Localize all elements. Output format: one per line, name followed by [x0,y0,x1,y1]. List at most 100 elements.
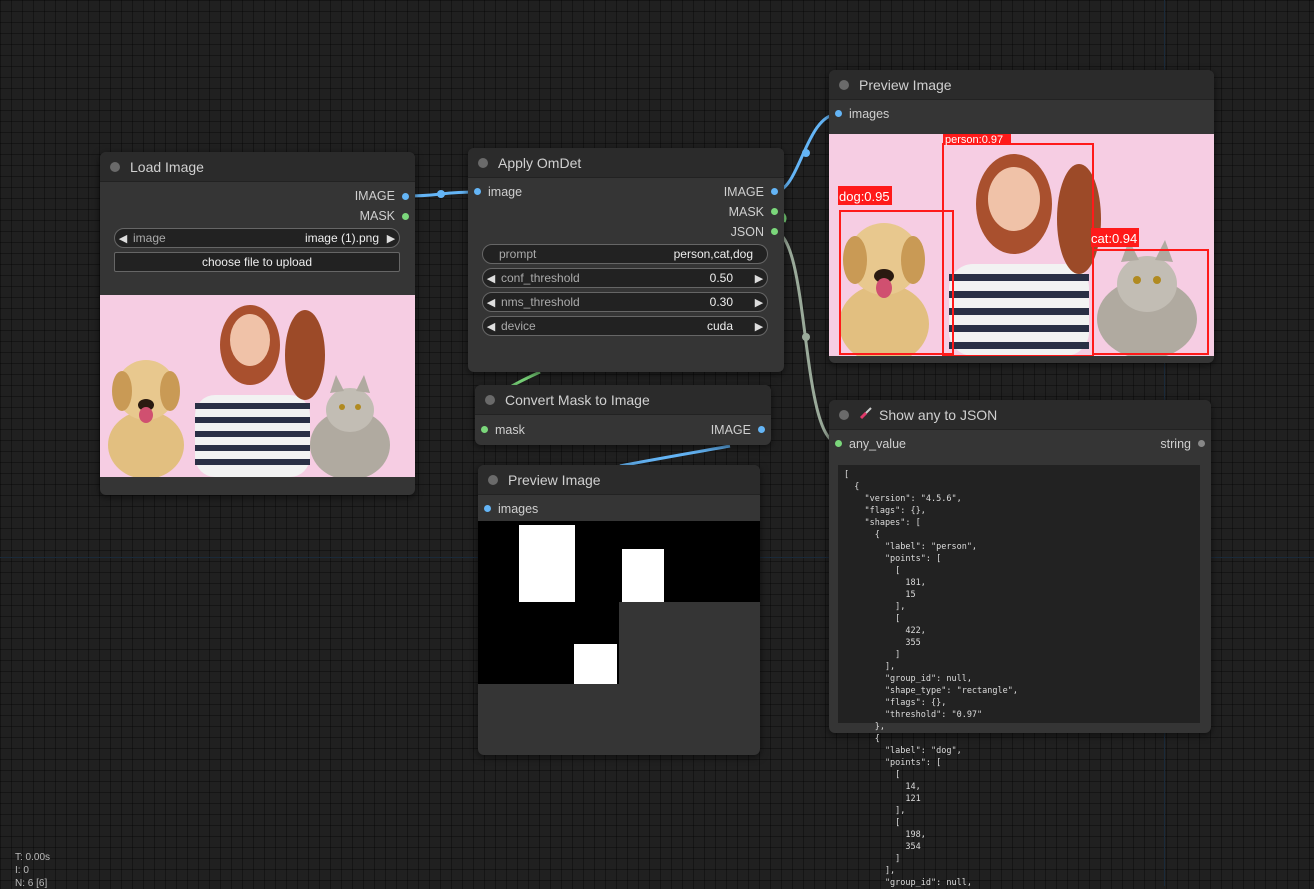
widget-label: image [133,231,166,245]
slot-label: images [849,107,890,121]
output-mask-slot[interactable]: MASK [729,204,764,220]
output-json-slot[interactable]: JSON [731,224,764,240]
json-output-text[interactable]: [ { "version": "4.5.6", "flags": {}, "sh… [838,465,1200,888]
widget-value: 0.30 [709,295,733,309]
left-arrow-icon[interactable]: ◀ [115,232,131,245]
loaded-image-preview [100,295,415,477]
mask-region-dog [574,644,617,684]
image-select-widget[interactable]: ◀ image image (1).png ▶ [114,228,400,248]
right-arrow-icon[interactable]: ▶ [383,232,399,245]
output-image-slot[interactable]: IMAGE [355,188,395,204]
photo-illustration [108,305,390,477]
slot-label: mask [495,423,525,437]
load-image-node[interactable]: Load Image IMAGE MASK ◀ image image (1).… [100,152,415,495]
convert-mask-node[interactable]: Convert Mask to Image mask IMAGE [475,385,771,445]
output-image-dot-icon[interactable] [771,188,778,195]
left-arrow-icon[interactable]: ◀ [483,320,499,333]
output-image-dot-icon[interactable] [758,426,765,433]
node-title: Apply OmDet [498,154,582,171]
output-image-dot-icon[interactable] [402,193,409,200]
input-images-dot-icon[interactable] [484,505,491,512]
status-n: N: 6 [6] [15,878,48,889]
detection-illustration: person:0.97 dog:0.95 cat:0.94 [838,134,1209,356]
status-i: I: 0 [15,865,29,876]
node-title: Preview Image [508,471,601,488]
mask-region-person [519,525,575,602]
node-title-bar[interactable]: Preview Image [478,465,760,495]
wire-convert-to-preview [619,444,731,468]
collapse-dot-icon[interactable] [478,157,488,168]
node-title-bar[interactable]: Apply OmDet [468,148,784,178]
output-string-dot-icon[interactable] [1198,440,1205,447]
input-images-slot[interactable]: images [498,501,538,517]
output-image-slot[interactable]: IMAGE [724,184,764,200]
slot-label: any_value [849,437,906,451]
upload-button[interactable]: choose file to upload [114,252,400,272]
output-image-slot[interactable]: IMAGE [711,422,751,438]
cat-label: cat:0.94 [1091,231,1137,246]
widget-label: conf_threshold [501,271,580,285]
input-any-value-slot[interactable]: any_value [849,436,906,452]
collapse-dot-icon[interactable] [110,161,120,172]
wire-midpoint [802,149,810,157]
node-title-bar[interactable]: Show any to JSON [829,400,1211,430]
widget-value: image (1).png [304,231,379,245]
output-mask-dot-icon[interactable] [402,213,409,220]
node-title: Show any to JSON [879,406,998,423]
input-image-slot[interactable]: image [488,184,522,200]
nms-threshold-widget[interactable]: ◀ nms_threshold 0.30 ▶ [482,292,768,312]
widget-label: prompt [499,247,537,261]
input-any-value-dot-icon[interactable] [835,440,842,447]
widget-value: cuda [706,319,733,333]
widget-value: person,cat,dog [673,247,753,261]
collapse-dot-icon[interactable] [485,394,495,405]
slot-label: string [1160,437,1191,451]
input-image-dot-icon[interactable] [474,188,481,195]
collapse-dot-icon[interactable] [839,409,849,420]
right-arrow-icon[interactable]: ▶ [751,272,767,285]
conf-threshold-widget[interactable]: ◀ conf_threshold 0.50 ▶ [482,268,768,288]
input-images-slot[interactable]: images [849,106,889,122]
wire-midpoint [437,190,445,198]
output-mask-dot-icon[interactable] [771,208,778,215]
status-time: T: 0.00s [15,852,51,863]
node-title-bar[interactable]: Load Image [100,152,415,182]
slot-label: IMAGE [710,423,751,437]
input-mask-dot-icon[interactable] [481,426,488,433]
node-title-bar[interactable]: Convert Mask to Image [475,385,771,415]
slot-label: MASK [728,205,764,219]
slot-label: IMAGE [354,189,395,203]
input-mask-slot[interactable]: mask [495,422,525,438]
preview-mask-node[interactable]: Preview Image images [478,465,760,755]
collapse-dot-icon[interactable] [488,474,498,485]
slot-label: IMAGE [723,185,764,199]
slot-label: JSON [730,225,764,239]
node-title: Load Image [130,158,204,175]
slot-label: MASK [359,209,395,223]
brush-icon [859,406,873,423]
person-label: person:0.97 [945,134,1003,146]
apply-omdet-node[interactable]: Apply OmDet image IMAGE MASK JSON prompt… [468,148,784,372]
node-title-bar[interactable]: Preview Image [829,70,1214,100]
slot-label: image [488,185,523,199]
device-combo-widget[interactable]: ◀ device cuda ▶ [482,316,768,336]
left-arrow-icon[interactable]: ◀ [483,272,499,285]
output-mask-slot[interactable]: MASK [360,208,395,224]
prompt-text-widget[interactable]: prompt person,cat,dog [482,244,768,264]
widget-label: nms_threshold [501,295,580,309]
mask-preview-image [478,521,760,684]
left-arrow-icon[interactable]: ◀ [483,296,499,309]
right-arrow-icon[interactable]: ▶ [751,320,767,333]
dog-label: dog:0.95 [839,189,890,204]
collapse-dot-icon[interactable] [839,79,849,90]
node-title: Preview Image [859,76,952,93]
wire-midpoint [802,333,810,341]
preview-image-node[interactable]: Preview Image images person:0.97 dog:0.9… [829,70,1214,363]
node-title: Convert Mask to Image [505,391,650,408]
output-string-slot[interactable]: string [1160,436,1191,452]
right-arrow-icon[interactable]: ▶ [751,296,767,309]
widget-label: device [501,319,536,333]
mask-region-cat [622,549,664,602]
input-images-dot-icon[interactable] [835,110,842,117]
output-json-dot-icon[interactable] [771,228,778,235]
